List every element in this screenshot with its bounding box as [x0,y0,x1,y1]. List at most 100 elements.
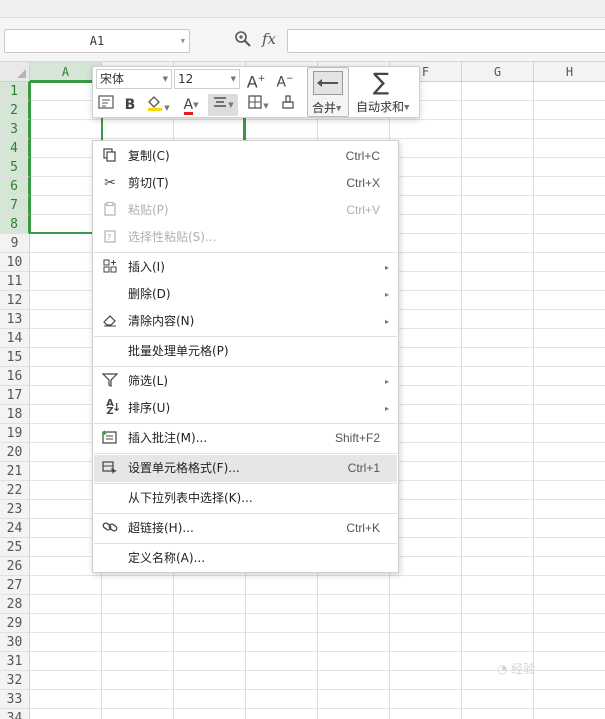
menu-item-hyperlink[interactable]: 超链接(H)... Ctrl+K [94,515,397,542]
row-header[interactable]: 33 [0,690,30,709]
name-box[interactable]: A1 ▼ [4,29,190,53]
row-header[interactable]: 25 [0,538,30,557]
row-header[interactable]: 28 [0,595,30,614]
row-header[interactable]: 10 [0,253,30,272]
row-header[interactable]: 34 [0,709,30,719]
font-size-select[interactable]: 12 ▼ [174,69,240,89]
row-header[interactable]: 12 [0,291,30,310]
chevron-down-icon[interactable]: ▼ [181,30,185,52]
menu-item-filter[interactable]: 筛选(L) ▸ [94,368,397,395]
chevron-right-icon: ▸ [384,404,389,413]
border-icon [247,95,263,114]
eraser-icon [101,313,119,329]
row-header[interactable]: 30 [0,633,30,652]
select-all-corner[interactable] [0,62,30,82]
menu-separator [94,453,397,454]
formula-bar: A1 ▼ fx [0,18,605,62]
row-header[interactable]: 32 [0,671,30,690]
row-header[interactable]: 11 [0,272,30,291]
increase-font-button[interactable]: A+ [244,68,268,91]
menu-separator [94,336,397,337]
menu-item-batch-cells[interactable]: 批量处理单元格(P) [94,338,397,365]
row-header[interactable]: 23 [0,500,30,519]
row-header[interactable]: 4 [0,139,30,158]
row-header[interactable]: 22 [0,481,30,500]
chevron-right-icon: ▸ [384,377,389,386]
row-header[interactable]: 20 [0,443,30,462]
menu-separator [94,543,397,544]
menu-item-insert[interactable]: 插入(I) ▸ [94,254,397,281]
row-header[interactable]: 9 [0,234,30,253]
menu-item-paste-special[interactable]: ? 选择性粘贴(S)... [94,224,397,251]
row-header[interactable]: 8 [0,215,30,234]
chevron-right-icon: ▸ [384,263,389,272]
sigma-icon: ∑ [373,68,390,96]
menu-separator [94,483,397,484]
font-name-select[interactable]: 宋体 ▼ [96,69,172,89]
menu-separator [94,423,397,424]
column-header[interactable]: G [462,62,534,82]
link-icon [101,520,119,536]
decrease-font-button[interactable]: A− [273,68,297,91]
scissors-icon: ✂ [104,175,116,191]
row-header[interactable]: 26 [0,557,30,576]
format-painter-button[interactable] [276,94,300,116]
column-header[interactable]: H [534,62,605,82]
formula-input[interactable] [287,29,605,53]
fx-button[interactable]: fx [262,30,276,48]
merge-button[interactable]: 合并▼ [307,67,349,117]
autosum-button[interactable]: ∑ 自动求和▼ [355,67,417,117]
menu-item-insert-comment[interactable]: ✱ 插入批注(M)... Shift+F2 [94,425,397,452]
row-header[interactable]: 15 [0,348,30,367]
row-header[interactable]: 1 [0,82,30,101]
watermark-logo: ◔ 经验 [497,662,536,676]
bold-button[interactable]: B [121,94,139,116]
name-box-value: A1 [89,34,105,48]
align-button[interactable]: ▼ [208,94,238,116]
row-header[interactable]: 2 [0,101,30,120]
sort-az-icon: A Z ↓ [106,398,122,417]
row-header[interactable]: 5 [0,158,30,177]
row-header[interactable]: 13 [0,310,30,329]
font-color-button[interactable]: A▼ [177,94,205,116]
comment-icon: ✱ [101,430,119,446]
row-header[interactable]: 16 [0,367,30,386]
row-header[interactable]: 18 [0,405,30,424]
paste-icon [101,202,119,218]
chevron-right-icon: ▸ [384,290,389,299]
menu-item-format-cells[interactable]: 设置单元格格式(F)... Ctrl+1 [94,455,397,482]
row-header[interactable]: 31 [0,652,30,671]
row-header[interactable]: 24 [0,519,30,538]
row-header[interactable]: 17 [0,386,30,405]
wrap-text-button[interactable] [95,94,117,116]
menu-item-copy[interactable]: 复制(C) Ctrl+C [94,143,397,170]
border-button[interactable]: ▼ [243,94,273,116]
menu-item-pick-from-list[interactable]: 从下拉列表中选择(K)... [94,485,397,512]
row-header[interactable]: 27 [0,576,30,595]
wrap-text-icon [98,95,114,114]
merge-label: 合并▼ [312,101,342,115]
autosum-label: 自动求和▼ [356,100,410,114]
format-painter-icon [280,95,296,114]
menu-item-clear-contents[interactable]: 清除内容(N) ▸ [94,308,397,335]
menu-separator [94,252,397,253]
row-header[interactable]: 21 [0,462,30,481]
row-header[interactable]: 6 [0,177,30,196]
chevron-down-icon: ▼ [162,75,168,83]
fill-color-button[interactable]: ▼ [143,94,173,116]
row-header[interactable]: 7 [0,196,30,215]
menu-item-delete[interactable]: 删除(D) ▸ [94,281,397,308]
zoom-icon[interactable] [234,30,252,52]
menu-separator [94,513,397,514]
menu-item-cut[interactable]: ✂ 剪切(T) Ctrl+X [94,170,397,197]
paint-bucket-icon [146,96,164,116]
context-menu: 复制(C) Ctrl+C ✂ 剪切(T) Ctrl+X 粘贴(P) Ctrl+V… [92,140,399,573]
row-header[interactable]: 3 [0,120,30,139]
row-header[interactable]: 14 [0,329,30,348]
menu-item-paste[interactable]: 粘贴(P) Ctrl+V [94,197,397,224]
row-header[interactable]: 19 [0,424,30,443]
svg-text:✱: ✱ [102,430,107,437]
menu-item-define-name[interactable]: 定义名称(A)... [94,545,397,572]
menu-item-sort[interactable]: A Z ↓ 排序(U) ▸ [94,395,397,422]
row-header[interactable]: 29 [0,614,30,633]
